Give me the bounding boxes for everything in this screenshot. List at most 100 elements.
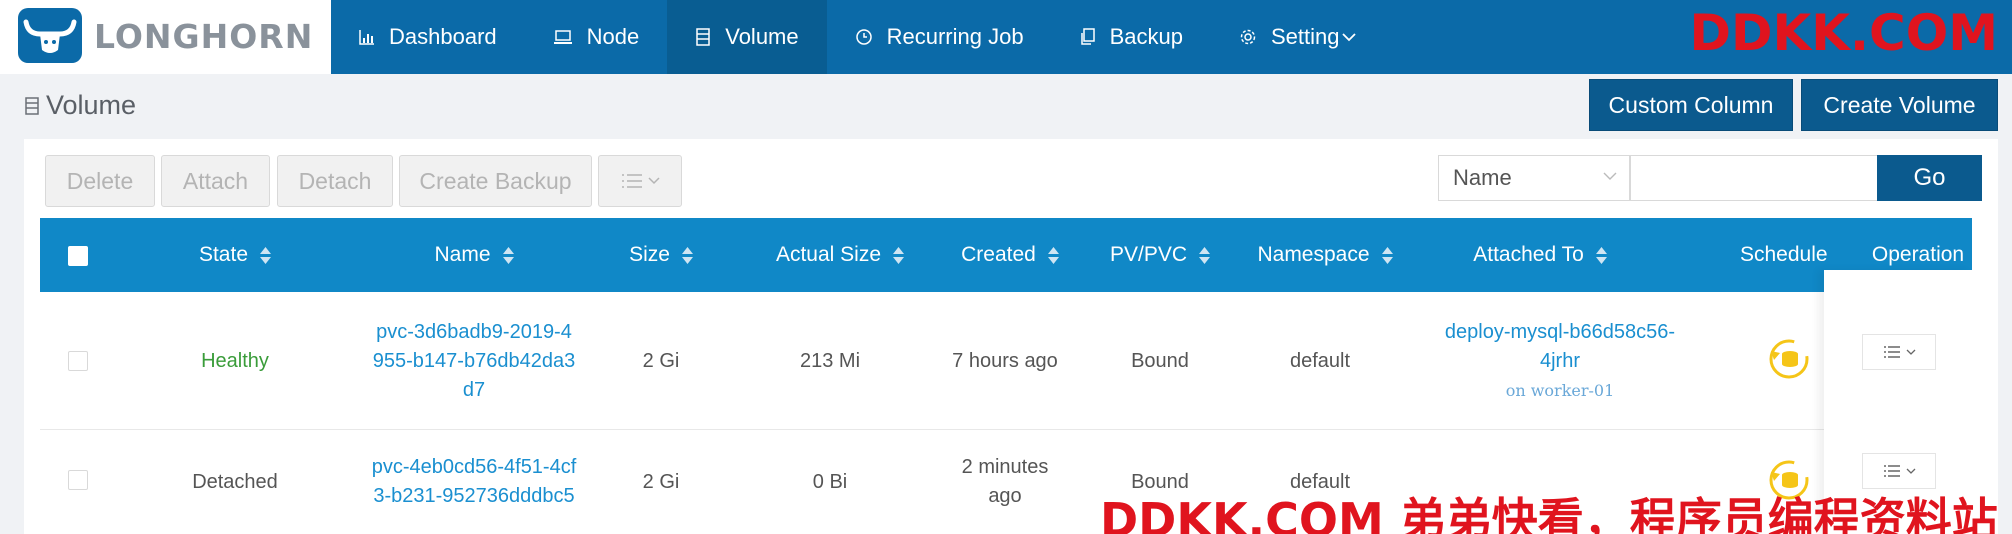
gear-icon bbox=[1240, 29, 1256, 45]
column-header-namespace-label: Namespace bbox=[1257, 243, 1370, 266]
column-header-created[interactable]: Created bbox=[920, 218, 1100, 292]
bulk-actions-dropdown[interactable] bbox=[598, 155, 682, 207]
row-checkbox[interactable] bbox=[68, 351, 88, 371]
volume-name-link[interactable]: pvc-4eb0cd56-4f51-4cf 3-b231-952736dddbc… bbox=[344, 430, 604, 534]
volume-actual-size: 0 Bi bbox=[812, 470, 848, 493]
column-header-actual-size-label: Actual Size bbox=[775, 243, 882, 266]
database-icon bbox=[696, 28, 710, 46]
brand[interactable]: LONGHORN bbox=[0, 0, 331, 74]
brand-name: LONGHORN bbox=[94, 17, 314, 56]
sort-icon bbox=[893, 246, 905, 264]
nav-setting-label: Setting bbox=[1270, 24, 1340, 49]
column-header-pv-pvc-label: PV/PVC bbox=[1109, 243, 1188, 266]
table-header: State Name Size Actual Size Created PV/P… bbox=[40, 218, 1972, 292]
column-header-namespace[interactable]: Namespace bbox=[1230, 218, 1420, 292]
volume-created: 7 hours ago bbox=[952, 349, 1058, 372]
column-header-actual-size[interactable]: Actual Size bbox=[740, 218, 940, 292]
watermark-top: DDKK.COM bbox=[1689, 4, 1998, 62]
list-icon bbox=[1883, 465, 1900, 477]
nav-node[interactable]: Node bbox=[525, 0, 668, 74]
chevron-down-icon bbox=[1906, 468, 1915, 474]
laptop-icon bbox=[553, 30, 572, 44]
column-header-attached-to[interactable]: Attached To bbox=[1440, 218, 1640, 292]
volume-state: Detached bbox=[192, 470, 278, 493]
watermark-bottom: DDKK.COM 弟弟快看，程序员编程资料站 bbox=[1100, 493, 1998, 534]
volume-actual-size: 213 Mi bbox=[799, 349, 861, 372]
search-field-selected: Name bbox=[1453, 165, 1512, 190]
volume-name-line: pvc-4eb0cd56-4f51-4cf bbox=[371, 456, 577, 478]
column-header-created-label: Created bbox=[961, 243, 1036, 266]
search-input[interactable] bbox=[1630, 155, 1878, 201]
volume-name-line: d7 bbox=[462, 378, 486, 401]
attach-button[interactable]: Attach bbox=[161, 155, 270, 207]
clock-icon bbox=[855, 29, 872, 45]
column-header-state-label: State bbox=[198, 243, 249, 266]
nav-backup[interactable]: Backup bbox=[1052, 0, 1211, 74]
nav-setting[interactable]: Setting bbox=[1211, 0, 1386, 74]
volume-created: 2 minutes ago bbox=[920, 430, 1090, 534]
chevron-down-icon bbox=[1342, 33, 1357, 42]
attached-workload-link[interactable]: deploy-mysql-b66d58c56- bbox=[1445, 318, 1675, 347]
top-navbar: LONGHORN Dashboard Node Volume Recurring… bbox=[0, 0, 2012, 74]
volume-namespace: default bbox=[1289, 349, 1351, 372]
list-icon bbox=[1883, 346, 1900, 358]
nav-volume-label: Volume bbox=[725, 24, 799, 49]
volume-size: 2 Gi bbox=[642, 349, 680, 372]
column-header-size[interactable]: Size bbox=[606, 218, 716, 292]
nav-backup-label: Backup bbox=[1109, 24, 1183, 49]
custom-column-button[interactable]: Custom Column bbox=[1589, 79, 1793, 131]
nav-node-label: Node bbox=[586, 24, 640, 49]
sort-icon bbox=[502, 246, 514, 264]
volume-name-line: pvc-3d6badb9-2019-4 bbox=[376, 320, 572, 343]
page-title-text: Volume bbox=[46, 90, 137, 120]
nav-dashboard-label: Dashboard bbox=[389, 24, 497, 49]
volume-name-line: 3-b231-952736dddbc5 bbox=[373, 485, 575, 507]
column-header-pv-pvc[interactable]: PV/PVC bbox=[1080, 218, 1240, 292]
longhorn-logo-icon bbox=[18, 8, 82, 63]
delete-button[interactable]: Delete bbox=[45, 155, 155, 207]
chevron-down-icon bbox=[1906, 349, 1915, 355]
create-volume-button[interactable]: Create Volume bbox=[1801, 79, 1998, 131]
volume-name-link[interactable]: pvc-3d6badb9-2019-4 955-b147-b76db42da3 … bbox=[344, 292, 604, 430]
database-icon bbox=[25, 96, 39, 115]
bar-chart-icon bbox=[359, 30, 374, 45]
search-field-select[interactable]: Name bbox=[1438, 155, 1630, 201]
volume-name-line: 955-b147-b76db42da3 bbox=[372, 349, 576, 372]
go-button[interactable]: Go bbox=[1877, 155, 1982, 201]
volume-attached-to: deploy-mysql-b66d58c56- 4jrhr on worker-… bbox=[1420, 292, 1700, 430]
sort-icon bbox=[681, 246, 693, 264]
column-header-state[interactable]: State bbox=[160, 218, 310, 292]
chevron-down-icon bbox=[1603, 172, 1617, 180]
table-row: Healthy pvc-3d6badb9-2019-4 955-b147-b76… bbox=[40, 292, 1972, 430]
attached-workload-link[interactable]: 4jrhr bbox=[1540, 347, 1580, 376]
volume-created-line: ago bbox=[988, 485, 1022, 507]
sort-icon bbox=[1595, 246, 1607, 264]
nav-recurring-job-label: Recurring Job bbox=[886, 24, 1024, 49]
create-backup-button[interactable]: Create Backup bbox=[399, 155, 592, 207]
volume-created-line: 2 minutes bbox=[961, 456, 1049, 478]
main-nav: Dashboard Node Volume Recurring Job Back… bbox=[331, 0, 1385, 74]
schedule-icon[interactable] bbox=[1766, 336, 1812, 387]
column-header-operation-label: Operation bbox=[1871, 243, 1965, 266]
sort-icon bbox=[1381, 246, 1393, 264]
chevron-down-icon bbox=[647, 177, 660, 185]
column-header-size-label: Size bbox=[629, 243, 670, 266]
detach-button[interactable]: Detach bbox=[277, 155, 393, 207]
sort-icon bbox=[260, 246, 272, 264]
volume-state: Healthy bbox=[201, 349, 269, 372]
volume-size: 2 Gi bbox=[642, 470, 680, 493]
sort-icon bbox=[1047, 246, 1059, 264]
page-title: Volume bbox=[24, 90, 136, 121]
nav-recurring-job[interactable]: Recurring Job bbox=[827, 0, 1052, 74]
row-operation-dropdown[interactable] bbox=[1862, 334, 1936, 370]
column-header-name-label: Name bbox=[434, 243, 491, 266]
row-checkbox[interactable] bbox=[68, 470, 88, 490]
nav-volume[interactable]: Volume bbox=[667, 0, 827, 74]
sort-icon bbox=[1199, 246, 1211, 264]
list-icon bbox=[621, 174, 642, 188]
copy-icon bbox=[1080, 28, 1095, 45]
select-all-checkbox[interactable] bbox=[68, 246, 88, 266]
nav-dashboard[interactable]: Dashboard bbox=[331, 0, 525, 74]
column-header-attached-to-label: Attached To bbox=[1473, 243, 1584, 266]
column-header-name[interactable]: Name bbox=[374, 218, 574, 292]
